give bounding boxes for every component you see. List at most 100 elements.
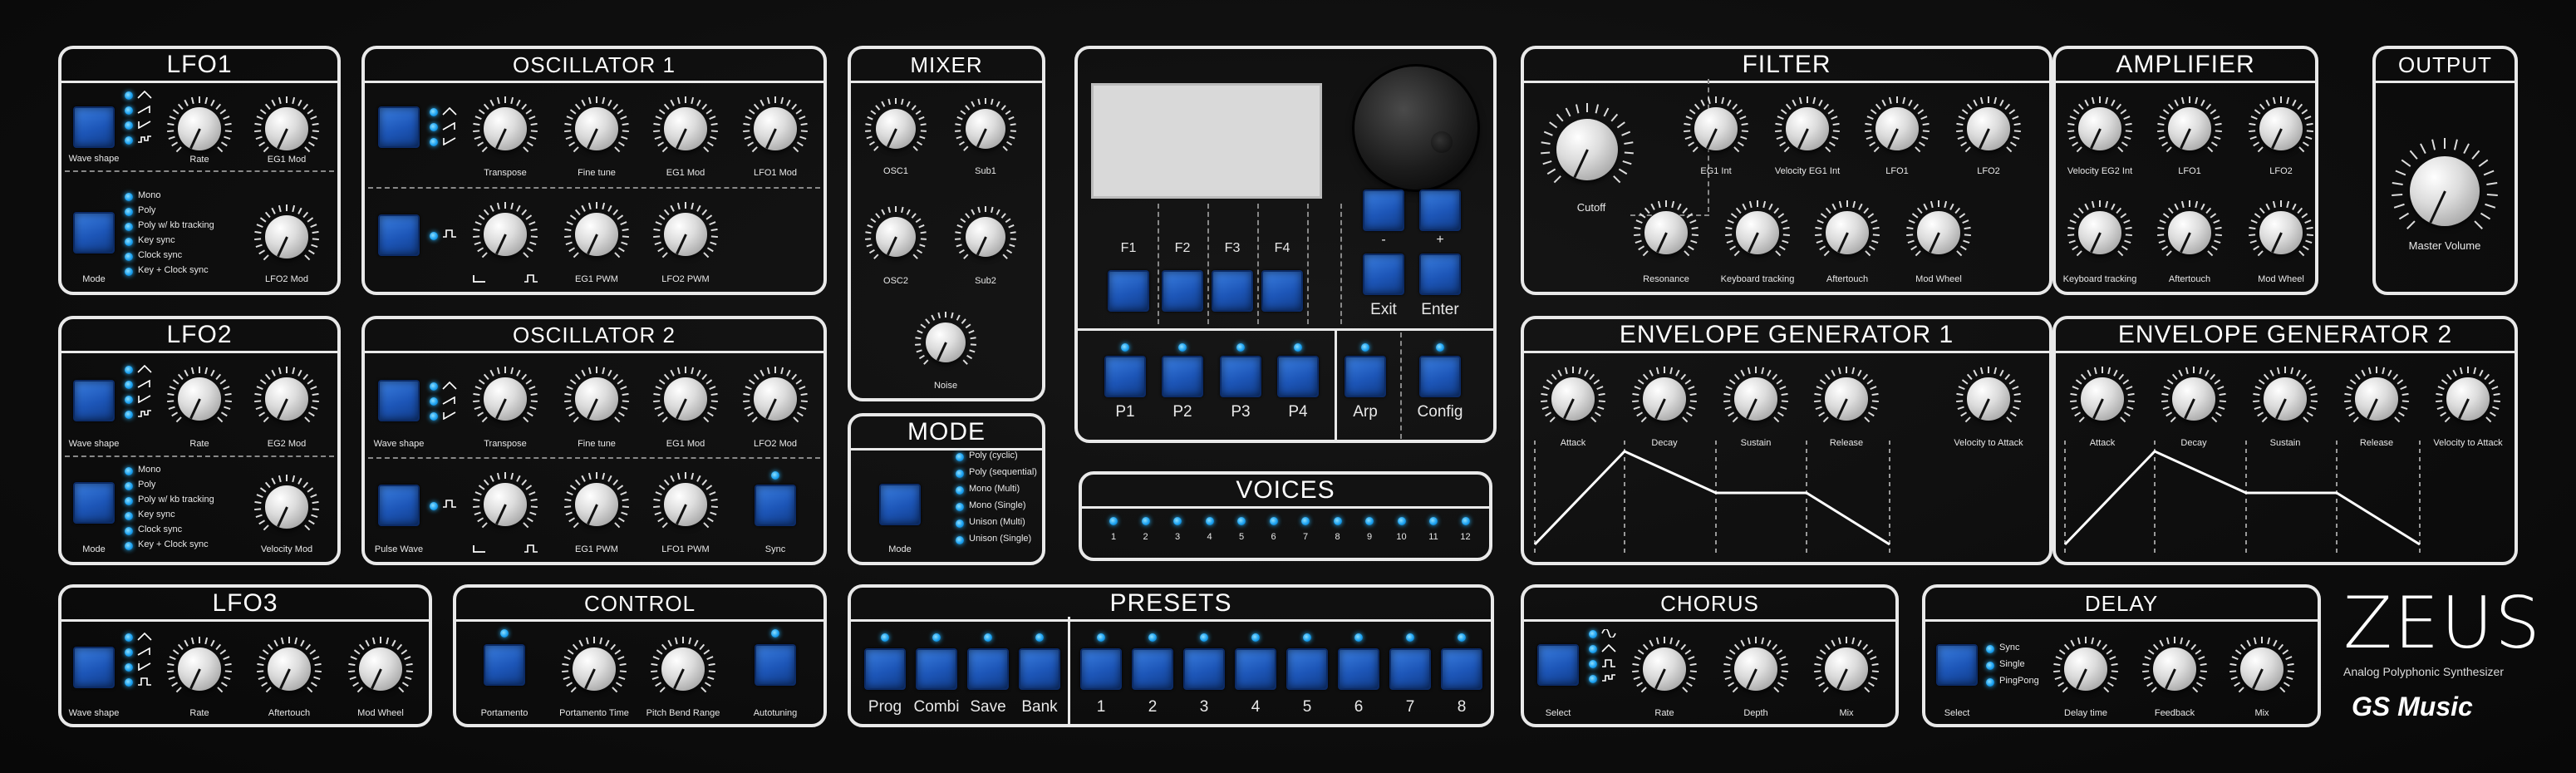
osc2-transpose-knob[interactable] [473, 367, 538, 431]
filter-lfo2-knob[interactable] [1956, 96, 2021, 161]
p2-button[interactable] [1162, 356, 1203, 397]
portamento-time-knob[interactable] [562, 637, 627, 702]
filter-eg1int-knob[interactable] [1684, 96, 1748, 161]
amp-kbtrack-knob[interactable] [2067, 200, 2132, 265]
lfo3-rate-knob[interactable] [167, 637, 232, 702]
p4-button[interactable] [1277, 356, 1319, 397]
eg1-attack-knob[interactable] [1541, 367, 1605, 431]
osc2-eg1mod-knob[interactable] [653, 367, 718, 431]
amp-aftertouch-knob[interactable] [2157, 200, 2222, 265]
delay-select-button[interactable] [1936, 644, 1978, 686]
amp-lfo2-knob[interactable] [2249, 96, 2313, 161]
osc1-eg1mod-knob[interactable] [653, 96, 718, 161]
lfo1-wave-button[interactable] [73, 106, 115, 148]
config-button[interactable] [1419, 356, 1461, 397]
lfo2-rate-knob[interactable] [167, 367, 232, 431]
preset-slot-4-button[interactable] [1235, 648, 1276, 690]
jog-wheel[interactable] [1354, 66, 1477, 190]
amp-vel-eg2int-knob[interactable] [2067, 96, 2132, 161]
filter-modwheel-knob[interactable] [1906, 200, 1971, 265]
delay-time-knob[interactable] [2053, 637, 2118, 702]
filter-lfo1-knob[interactable] [1865, 96, 1930, 161]
osc1-pulse-button[interactable] [378, 214, 420, 256]
eg1-release-knob[interactable] [1814, 367, 1879, 431]
osc2-pulsewidth-knob[interactable] [473, 472, 538, 537]
eg1-vel-attack-knob[interactable] [1956, 367, 2021, 431]
chorus-depth-knob[interactable] [1723, 637, 1788, 702]
lfo2-mode-button[interactable] [73, 482, 115, 524]
osc1-transpose-knob[interactable] [473, 96, 538, 161]
lfo3-modwheel-knob[interactable] [348, 637, 413, 702]
eg1-decay-knob[interactable] [1632, 367, 1697, 431]
osc2-pulse-button[interactable] [378, 485, 420, 526]
delay-mix-knob[interactable] [2229, 637, 2294, 702]
eg2-decay-knob[interactable] [2161, 367, 2226, 431]
master-volume-knob[interactable] [2392, 138, 2498, 244]
enter-button[interactable] [1419, 254, 1461, 295]
osc2-wave-button[interactable] [378, 380, 420, 421]
osc2-lfo2mod-knob[interactable] [743, 367, 808, 431]
filter-kbtrack-knob[interactable] [1725, 200, 1790, 265]
eg2-release-knob[interactable] [2344, 367, 2409, 431]
lfo1-rate-knob[interactable] [167, 96, 232, 161]
amp-modwheel-knob[interactable] [2249, 200, 2313, 265]
lfo2-velmod-knob[interactable] [254, 475, 319, 539]
osc1-eg1pwm-knob[interactable] [564, 202, 629, 267]
osc2-finetune-knob[interactable] [564, 367, 629, 431]
preset-slot-5-button[interactable] [1286, 648, 1328, 690]
lfo2-eg2mod-knob[interactable] [254, 367, 319, 431]
osc1-lfo2pwm-knob[interactable] [653, 202, 718, 267]
chorus-rate-knob[interactable] [1632, 637, 1697, 702]
amp-lfo1-knob[interactable] [2157, 96, 2222, 161]
lfo3-wave-button[interactable] [73, 647, 115, 688]
lfo1-lfo2mod-knob[interactable] [254, 204, 319, 269]
mixer-sub2-knob[interactable] [955, 206, 1016, 268]
osc2-eg1pwm-knob[interactable] [564, 472, 629, 537]
preset-bank-button[interactable] [1019, 648, 1060, 690]
f2-button[interactable] [1162, 270, 1203, 312]
lfo2-wave-button[interactable] [73, 380, 115, 421]
lfo1-eg1mod-knob[interactable] [254, 96, 319, 161]
exit-button[interactable] [1363, 254, 1404, 295]
chorus-mix-knob[interactable] [1814, 637, 1879, 702]
autotuning-button[interactable] [755, 644, 796, 686]
eg2-vel-attack-knob[interactable] [2436, 367, 2500, 431]
mixer-sub1-knob[interactable] [955, 98, 1016, 160]
delay-feedback-knob[interactable] [2142, 637, 2207, 702]
preset-slot-3-button[interactable] [1183, 648, 1225, 690]
preset-slot-7-button[interactable] [1389, 648, 1431, 690]
lfo3-aftertouch-knob[interactable] [257, 637, 322, 702]
osc2-lfo1pwm-knob[interactable] [653, 472, 718, 537]
preset-slot-6-button[interactable] [1338, 648, 1379, 690]
p1-button[interactable] [1104, 356, 1146, 397]
f3-button[interactable] [1212, 270, 1253, 312]
eg2-attack-knob[interactable] [2070, 367, 2135, 431]
eg2-sustain-knob[interactable] [2253, 367, 2318, 431]
osc1-pulsewidth-knob[interactable] [473, 202, 538, 267]
lfo1-mode-button[interactable] [73, 212, 115, 254]
filter-resonance-knob[interactable] [1634, 200, 1698, 265]
preset-slot-1-button[interactable] [1080, 648, 1122, 690]
filter-cutoff-knob[interactable] [1541, 103, 1634, 196]
chorus-select-button[interactable] [1537, 644, 1579, 686]
voice-mode-button[interactable] [879, 484, 921, 525]
mixer-osc2-knob[interactable] [865, 206, 927, 268]
p3-button[interactable] [1220, 356, 1261, 397]
pitch-bend-range-knob[interactable] [651, 637, 715, 702]
plus-button[interactable] [1419, 190, 1461, 231]
osc1-finetune-knob[interactable] [564, 96, 629, 161]
f4-button[interactable] [1261, 270, 1303, 312]
osc1-wave-button[interactable] [378, 106, 420, 148]
arp-button[interactable] [1345, 356, 1386, 397]
osc1-lfo1mod-knob[interactable] [743, 96, 808, 161]
eg1-sustain-knob[interactable] [1723, 367, 1788, 431]
f1-button[interactable] [1108, 270, 1149, 312]
portamento-button[interactable] [484, 644, 525, 686]
preset-slot-2-button[interactable] [1132, 648, 1173, 690]
osc2-sync-button[interactable] [755, 485, 796, 526]
preset-slot-8-button[interactable] [1441, 648, 1482, 690]
filter-aftertouch-knob[interactable] [1815, 200, 1880, 265]
minus-button[interactable] [1363, 190, 1404, 231]
preset-prog-button[interactable] [864, 648, 906, 690]
preset-combi-button[interactable] [916, 648, 957, 690]
